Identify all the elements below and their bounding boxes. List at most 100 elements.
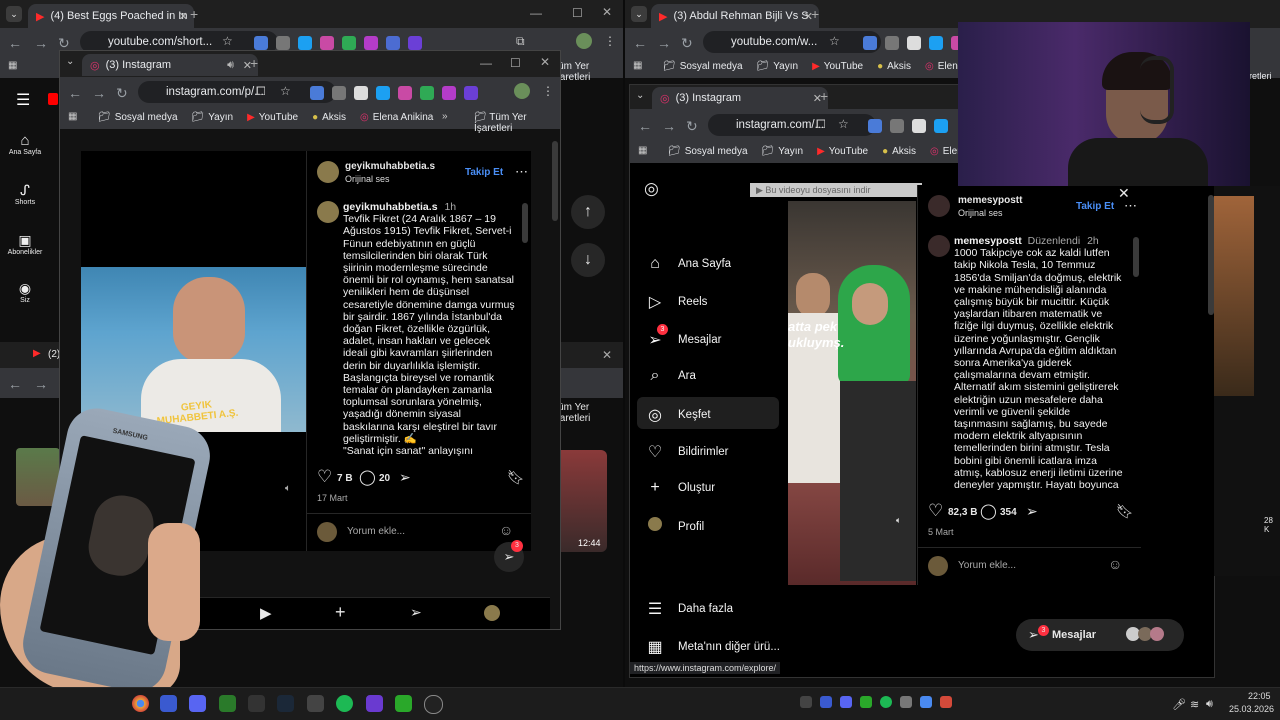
- instagram-logo-icon[interactable]: ◎: [644, 179, 659, 199]
- apps-icon[interactable]: ▦: [8, 60, 17, 71]
- back-icon[interactable]: ←: [638, 118, 652, 134]
- star-icon[interactable]: ☆: [222, 34, 233, 48]
- tab-list-button[interactable]: ⌄: [631, 6, 647, 22]
- volume-icon[interactable]: 🔊︎: [1206, 698, 1213, 711]
- speaker-icon[interactable]: 🔊︎: [227, 59, 234, 72]
- nav-reels[interactable]: ▷ Reels: [644, 292, 708, 312]
- maximize-button[interactable]: ☐: [572, 6, 583, 20]
- extension-icon[interactable]: [885, 36, 899, 50]
- tray-icon[interactable]: [900, 696, 912, 708]
- comment-count[interactable]: 354: [1000, 507, 1017, 518]
- emoji-icon[interactable]: ☺: [1108, 556, 1122, 572]
- window-close-button[interactable]: ✕: [540, 55, 550, 69]
- extension-icon[interactable]: [907, 36, 921, 50]
- comment-icon[interactable]: ◯: [980, 502, 997, 520]
- bookmark-youtube[interactable]: ▶ YouTube: [817, 146, 868, 157]
- tray-icon[interactable]: [940, 696, 952, 708]
- yt-side-shorts[interactable]: ᔑ Shorts: [0, 182, 50, 206]
- reel-video[interactable]: atta pek ukluymş. 🔈︎: [788, 201, 916, 585]
- avatar[interactable]: [484, 605, 500, 621]
- comment-count[interactable]: 20: [379, 473, 390, 484]
- scroll-down-button[interactable]: ↓: [571, 243, 605, 277]
- plus-icon[interactable]: +: [335, 602, 346, 623]
- new-tab-button[interactable]: +: [820, 88, 828, 104]
- tab-instagram[interactable]: ◎ (3) Instagram 🔊︎ ✕: [82, 54, 258, 76]
- menu-icon[interactable]: ⋮: [542, 84, 554, 98]
- download-bar[interactable]: ▶ Bu videoyu dosyasını indir: [750, 183, 922, 197]
- close-icon[interactable]: ✕: [179, 10, 188, 23]
- window-close-button[interactable]: ✕: [602, 5, 612, 19]
- extension-icon[interactable]: [376, 86, 390, 100]
- profile-avatar[interactable]: [514, 83, 530, 99]
- spotify-icon[interactable]: [336, 695, 353, 712]
- nav-meta[interactable]: ▦ Meta'nın diğer ürü...: [644, 637, 779, 657]
- post-username[interactable]: geyikmuhabbetia.s: [345, 161, 435, 172]
- extension-icon[interactable]: [408, 36, 422, 50]
- caption-scrollbar[interactable]: [1133, 237, 1139, 277]
- bookmark-aksis[interactable]: ● Aksis: [877, 61, 911, 72]
- new-tab-button[interactable]: +: [811, 6, 819, 22]
- nav-create[interactable]: + Oluştur: [644, 479, 715, 497]
- extension-icon[interactable]: [398, 86, 412, 100]
- tray-icon[interactable]: [840, 696, 852, 708]
- app-icon[interactable]: [366, 695, 383, 712]
- address-bar[interactable]: instagram.com/...: [708, 114, 876, 136]
- nav-more[interactable]: ☰ Daha fazla: [644, 599, 733, 619]
- yt-side-you[interactable]: ◉ Siz: [0, 280, 50, 304]
- scroll-up-button[interactable]: ↑: [571, 195, 605, 229]
- bookmark-aksis[interactable]: ● Aksis: [882, 146, 916, 157]
- emoji-icon[interactable]: ☺: [499, 522, 513, 538]
- minimize-button[interactable]: —: [480, 56, 492, 70]
- clock-time[interactable]: 22:05: [1248, 691, 1271, 701]
- messages-pill[interactable]: ➢ 3 Mesajlar: [1016, 619, 1184, 651]
- comment-icon[interactable]: ◯: [359, 468, 376, 486]
- new-tab-button[interactable]: +: [190, 6, 198, 22]
- tab-instagram[interactable]: ◎ (3) Instagram ✕: [652, 87, 828, 109]
- yt-side-home[interactable]: ⌂ Ana Sayfa: [0, 132, 50, 156]
- avatar[interactable]: [928, 195, 950, 217]
- tab-youtube-eggs[interactable]: ▶ (4) Best Eggs Poached in In ✕: [28, 4, 194, 28]
- bookmark-folder[interactable]: 📁︎ Yayın: [192, 112, 234, 123]
- caption-username[interactable]: memesypostt: [954, 235, 1022, 247]
- tab-youtube-abdul[interactable]: ▶ (3) Abdul Rehman Bijli Vs S ✕: [651, 4, 819, 28]
- app-icon[interactable]: [307, 695, 324, 712]
- post-audio[interactable]: Orijinal ses: [958, 208, 1003, 218]
- back-icon[interactable]: ←: [68, 85, 82, 101]
- nav-notifications[interactable]: ♡ Bildirimler: [644, 442, 729, 462]
- tab-list-button[interactable]: ⌄: [636, 90, 644, 101]
- tray-icon[interactable]: [820, 696, 832, 708]
- bookmark-icon[interactable]: 🔖︎: [507, 469, 525, 486]
- forward-icon[interactable]: →: [34, 376, 48, 392]
- tray-icon[interactable]: [800, 696, 812, 708]
- dm-fab[interactable]: ➢ 3: [494, 540, 524, 572]
- extension-icon[interactable]: [442, 86, 456, 100]
- close-icon[interactable]: ✕: [1118, 185, 1130, 202]
- star-icon[interactable]: ☆: [829, 34, 840, 48]
- obs-icon[interactable]: [424, 695, 443, 714]
- extension-icon[interactable]: [342, 36, 356, 50]
- back-icon[interactable]: ←: [8, 35, 22, 51]
- extension-icon[interactable]: [863, 36, 877, 50]
- bookmark-aksis[interactable]: ● Aksis: [312, 112, 346, 123]
- microphone-icon[interactable]: 🎤︎: [1172, 698, 1186, 711]
- nav-home[interactable]: ⌂ Ana Sayfa: [644, 255, 731, 273]
- follow-button[interactable]: Takip Et: [465, 167, 503, 178]
- bookmark-folder[interactable]: 📁︎ Sosyal medya: [663, 61, 743, 72]
- reels-icon[interactable]: ▶: [260, 604, 272, 622]
- nav-messages[interactable]: ➢ 3 Mesajlar: [644, 324, 721, 350]
- yt-side-subscriptions[interactable]: ▣ Abonelikler: [0, 232, 50, 256]
- nav-explore[interactable]: ◎ Keşfet: [644, 405, 711, 425]
- steam-icon[interactable]: [277, 695, 294, 712]
- tab-list-button[interactable]: ⌄: [66, 56, 74, 67]
- extension-icon[interactable]: [464, 86, 478, 100]
- avatar[interactable]: [317, 161, 339, 183]
- tray-icon[interactable]: [920, 696, 932, 708]
- extension-icon[interactable]: [386, 36, 400, 50]
- all-bookmarks[interactable]: Tüm Yer İşaretleri: [552, 402, 623, 424]
- extension-icon[interactable]: [354, 86, 368, 100]
- extension-icon[interactable]: [934, 119, 948, 133]
- bookmark-folder[interactable]: 📁︎ Yayın: [757, 61, 799, 72]
- apps-icon[interactable]: ▦: [638, 145, 647, 156]
- comment-input[interactable]: Yorum ekle...: [347, 526, 405, 537]
- star-icon[interactable]: ☆: [280, 84, 291, 98]
